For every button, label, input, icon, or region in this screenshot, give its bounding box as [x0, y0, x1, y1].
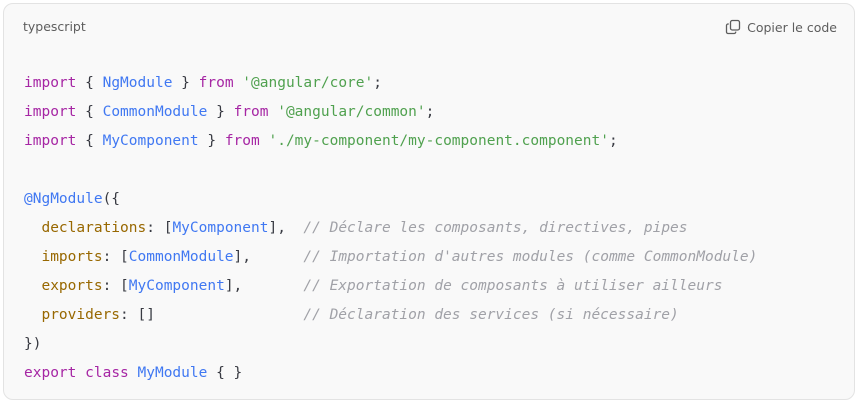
- code-token: CommonModule: [102, 104, 208, 120]
- code-token: ;: [425, 104, 435, 120]
- code-token: ;: [373, 75, 382, 91]
- code-token: }): [24, 336, 42, 352]
- code-token: './my-component/my-component.component': [268, 133, 609, 149]
- code-comment: // Importation d'autres modules (comme C…: [303, 249, 758, 265]
- code-line: import { CommonModule } from '@angular/c…: [24, 98, 757, 127]
- code-token: ],: [224, 278, 243, 294]
- code-token: export: [24, 365, 77, 381]
- code-token: MyComponent: [102, 133, 199, 149]
- code-token: providers: [41, 307, 121, 323]
- code-line: import { NgModule } from '@angular/core'…: [24, 69, 757, 98]
- code-token: CommonModule: [128, 249, 234, 265]
- code-token: ],: [233, 249, 252, 265]
- code-token: : [: [146, 220, 173, 236]
- code-token: exports: [41, 278, 103, 294]
- code-line: import { MyComponent } from './my-compon…: [24, 127, 757, 156]
- code-token: }: [198, 133, 225, 149]
- code-token: from: [224, 133, 260, 149]
- code-line: exports: [MyComponent], // Exportation d…: [24, 272, 757, 301]
- code-content[interactable]: import { NgModule } from '@angular/core'…: [24, 69, 757, 388]
- code-token: @NgModule: [24, 191, 103, 207]
- code-comment: // Exportation de composants à utiliser …: [303, 278, 723, 294]
- code-token: { }: [207, 365, 243, 381]
- code-token: MyModule: [137, 365, 208, 381]
- code-token: : []: [120, 307, 155, 323]
- code-token: from: [198, 75, 234, 91]
- copy-icon: [725, 19, 741, 35]
- code-token: declarations: [41, 220, 147, 236]
- code-line: providers: [] // Déclaration des service…: [24, 301, 757, 330]
- code-token: MyComponent: [128, 278, 225, 294]
- code-token: class: [85, 365, 129, 381]
- code-line: }): [24, 330, 757, 359]
- code-token: '@angular/common': [277, 104, 426, 120]
- code-block-header: typescript Copier le code: [4, 4, 854, 50]
- code-token: '@angular/core': [242, 75, 374, 91]
- code-token: ({: [102, 191, 121, 207]
- copy-code-label: Copier le code: [747, 19, 837, 35]
- code-token: {: [76, 133, 103, 149]
- code-token: MyComponent: [172, 220, 269, 236]
- language-label: typescript: [23, 19, 86, 34]
- code-token: }: [207, 104, 234, 120]
- code-line: imports: [CommonModule], // Importation …: [24, 243, 757, 272]
- code-token: ;: [608, 133, 618, 149]
- code-block: typescript Copier le code import { NgMod…: [3, 3, 855, 400]
- code-comment: // Déclaration des services (si nécessai…: [303, 307, 679, 323]
- copy-code-button[interactable]: Copier le code: [725, 17, 837, 37]
- code-token: }: [172, 75, 199, 91]
- code-line: @NgModule({: [24, 185, 757, 214]
- code-token: import: [24, 133, 77, 149]
- code-line: export class MyModule { }: [24, 359, 757, 388]
- code-token: import: [24, 75, 77, 91]
- code-token: import: [24, 104, 77, 120]
- code-token: : [: [102, 278, 129, 294]
- code-token: from: [233, 104, 269, 120]
- code-token: imports: [41, 249, 103, 265]
- code-token: {: [76, 75, 103, 91]
- code-token: {: [76, 104, 103, 120]
- code-line: declarations: [MyComponent], // Déclare …: [24, 214, 757, 243]
- code-token: : [: [102, 249, 129, 265]
- code-token: ],: [268, 220, 286, 236]
- code-token: NgModule: [102, 75, 173, 91]
- code-comment: // Déclare les composants, directives, p…: [303, 220, 688, 236]
